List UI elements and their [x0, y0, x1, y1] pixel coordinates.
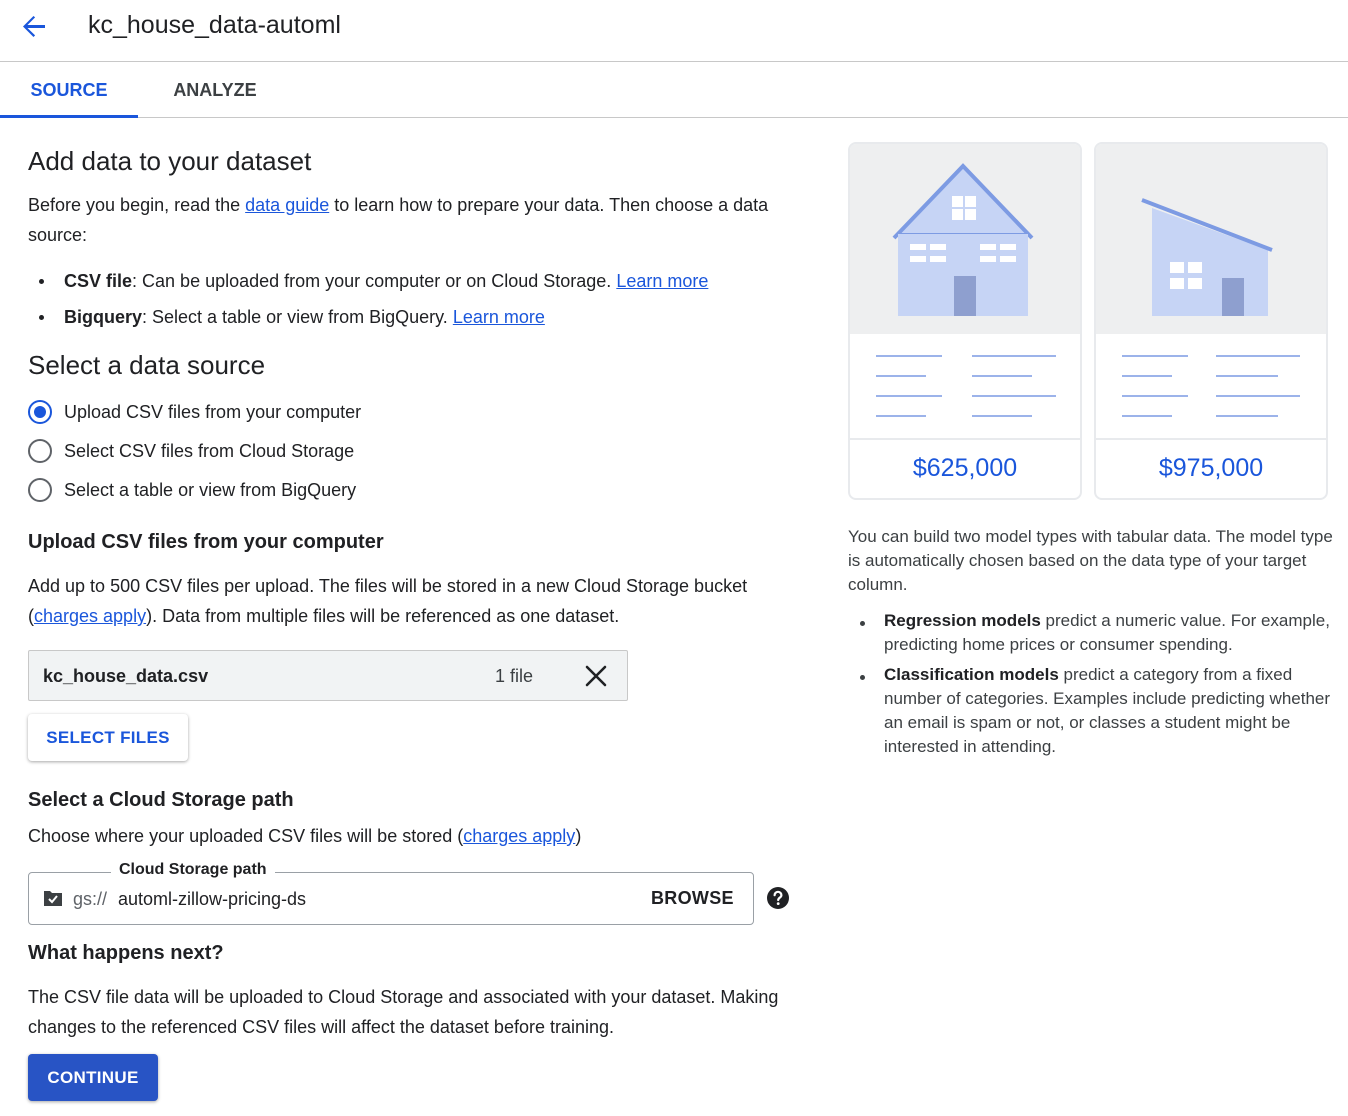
what-next-heading: What happens next? — [28, 942, 224, 964]
upload-desc-text-after: ). Data from multiple files will be refe… — [146, 606, 620, 626]
card-text-lines — [1096, 334, 1326, 440]
data-source-radio-group: Upload CSV files from your computer Sele… — [28, 397, 528, 514]
file-count: 1 file — [495, 666, 534, 686]
price-label: $975,000 — [1158, 454, 1264, 482]
radio-label: Select CSV files from Cloud Storage — [64, 441, 355, 461]
placeholder-lines-illustration — [876, 355, 1056, 417]
radio-label: Upload CSV files from your computer — [64, 402, 362, 422]
select-source-heading: Select a data source — [28, 350, 266, 380]
bullet-text: : Select a table or view from BigQuery. — [142, 307, 453, 327]
bullet-term: CSV file — [64, 271, 133, 291]
upload-heading: Upload CSV files from your computer — [28, 531, 384, 553]
tab-analyze[interactable]: ANALYZE — [150, 63, 280, 118]
close-icon[interactable] — [582, 662, 610, 690]
intro-text: Before you begin, read the — [28, 195, 246, 215]
help-circle-icon[interactable] — [766, 886, 790, 910]
bullet-dot — [860, 621, 865, 626]
radio-bigquery[interactable]: Select a table or view from BigQuery — [28, 475, 528, 514]
price-label: $625,000 — [912, 454, 1018, 482]
selected-file-chip: kc_house_data.csv 1 file — [28, 650, 628, 701]
house-slanted-illustration — [1141, 198, 1273, 316]
radio-label: Select a table or view from BigQuery — [64, 480, 357, 500]
radio-upload-csv[interactable]: Upload CSV files from your computer — [28, 397, 528, 436]
browse-button[interactable]: BROWSE — [651, 888, 734, 909]
gs-prefix: gs:// — [73, 889, 108, 909]
radio-button[interactable] — [28, 439, 52, 463]
house-card-1: $625,000 — [848, 142, 1082, 500]
bullet-term: Bigquery — [64, 307, 143, 327]
data-guide-link[interactable]: data guide — [245, 195, 329, 215]
learn-more-csv-link[interactable]: Learn more — [616, 271, 708, 291]
radio-button-checked[interactable] — [28, 400, 52, 424]
what-next-text: The CSV file data will be uploaded to Cl… — [28, 987, 779, 1037]
bullet-text: : Can be uploaded from your computer or … — [132, 271, 617, 291]
storage-path-input[interactable] — [118, 885, 638, 913]
intro-paragraph: Before you begin, read the data guide to… — [28, 190, 818, 250]
field-label: Cloud Storage path — [111, 861, 275, 879]
list-item: Regression models predict a numeric valu… — [848, 609, 1338, 657]
arrow-back-icon[interactable] — [18, 10, 50, 42]
list-item: Bigquery: Select a table or view from Bi… — [28, 299, 818, 335]
source-type-list: CSV file: Can be uploaded from your comp… — [28, 263, 818, 335]
model-types-list: Regression models predict a numeric valu… — [848, 609, 1338, 765]
list-item: Classification models predict a category… — [848, 663, 1338, 759]
house-card-2: $975,000 — [1094, 142, 1328, 500]
add-data-heading: Add data to your dataset — [28, 146, 312, 176]
storage-desc-text: Choose where your uploaded CSV files wil… — [28, 826, 464, 846]
continue-button[interactable]: CONTINUE — [28, 1054, 158, 1101]
card-text-lines — [850, 334, 1080, 440]
bullet-term: Classification models — [884, 665, 1059, 684]
list-item: CSV file: Can be uploaded from your comp… — [28, 263, 818, 299]
house-tall-illustration — [892, 163, 1034, 316]
bullet-term: Regression models — [884, 611, 1041, 630]
cloud-storage-path-field[interactable]: Cloud Storage path gs:// BROWSE — [28, 861, 754, 925]
bullet-dot — [860, 675, 865, 680]
folder-icon — [44, 891, 62, 906]
placeholder-lines-illustration — [1122, 355, 1300, 417]
bullet-dot — [39, 315, 44, 320]
tab-source[interactable]: SOURCE — [0, 63, 138, 118]
select-files-button[interactable]: SELECT FILES — [28, 714, 188, 761]
file-name: kc_house_data.csv — [43, 666, 209, 686]
radio-cloud-storage[interactable]: Select CSV files from Cloud Storage — [28, 436, 528, 475]
radio-button[interactable] — [28, 478, 52, 502]
model-types-intro: You can build two model types with tabul… — [848, 527, 1333, 594]
charges-apply-link[interactable]: charges apply — [34, 606, 146, 626]
upload-description: Add up to 500 CSV files per upload. The … — [28, 571, 818, 631]
tab-bar: SOURCE ANALYZE — [0, 63, 1348, 118]
learn-more-bigquery-link[interactable]: Learn more — [453, 307, 545, 327]
charges-apply-link[interactable]: charges apply — [463, 826, 575, 846]
storage-path-description: Choose where your uploaded CSV files wil… — [28, 821, 818, 851]
bullet-dot — [39, 279, 44, 284]
card-illustration-area — [1096, 144, 1326, 334]
storage-desc-text-after: ) — [575, 826, 582, 846]
page-title: kc_house_data-automl — [88, 11, 341, 39]
card-illustration-area — [850, 144, 1080, 334]
top-app-bar: kc_house_data-automl — [0, 0, 1348, 62]
storage-path-heading: Select a Cloud Storage path — [28, 789, 294, 811]
